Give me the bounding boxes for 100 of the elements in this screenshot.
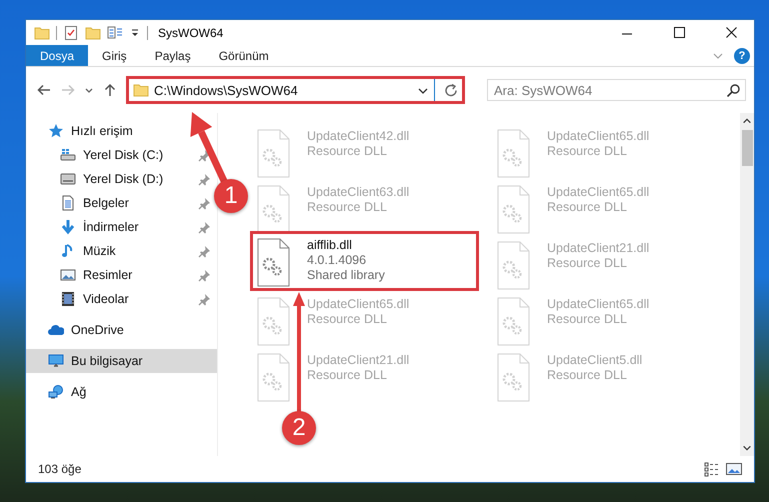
step-badge: 2 xyxy=(282,411,316,445)
picture-icon xyxy=(726,461,742,477)
close-icon xyxy=(726,27,736,38)
ribbon-tab[interactable]: Giriş xyxy=(88,45,141,66)
sidebar-label: OneDrive xyxy=(71,323,125,337)
sidebar-item[interactable]: Yerel Disk (C:) xyxy=(26,143,217,167)
pin-icon[interactable] xyxy=(198,244,211,258)
properties-icon[interactable] xyxy=(107,24,123,40)
sidebar-item[interactable]: Yerel Disk (D:) xyxy=(26,167,217,191)
sidebar-label: Resimler xyxy=(83,268,134,282)
file-description: Shared library xyxy=(307,268,385,282)
file-name: UpdateClient65.dll xyxy=(307,297,410,311)
back-button[interactable] xyxy=(36,82,52,98)
sidebar-label: Belgeler xyxy=(83,196,130,210)
file-name: UpdateClient65.dll xyxy=(547,297,650,311)
file-description: Resource DLL xyxy=(307,312,388,326)
pin-icon[interactable] xyxy=(198,196,211,210)
file-name: UpdateClient5.dll xyxy=(547,353,642,367)
sidebar-item[interactable]: Hızlı erişim xyxy=(26,119,217,143)
cloud-icon xyxy=(48,322,64,338)
sidebar-label: Videolar xyxy=(83,292,130,306)
star-icon xyxy=(48,123,64,139)
refresh-icon xyxy=(444,83,458,97)
checklist-icon[interactable] xyxy=(63,24,79,40)
sidebar-label: Yerel Disk (D:) xyxy=(83,172,164,186)
step-badge: 1 xyxy=(214,179,248,213)
sidebar-label: İndirmeler xyxy=(83,220,140,234)
pin-icon[interactable] xyxy=(198,292,211,306)
file-description: Resource DLL xyxy=(307,200,388,214)
scroll-thumb[interactable] xyxy=(742,130,752,166)
gear-file-icon xyxy=(495,185,531,235)
gear-file-icon xyxy=(255,238,291,288)
sidebar-label: Hızlı erişim xyxy=(71,124,134,138)
picture-icon xyxy=(60,267,76,283)
list-view-icon xyxy=(704,461,720,477)
download-icon xyxy=(60,219,76,235)
scrollbar[interactable] xyxy=(740,113,754,456)
network-icon xyxy=(48,384,64,400)
file-name: UpdateClient65.dll xyxy=(547,129,650,143)
file-name: aifflib.dll xyxy=(307,238,353,252)
dropdown-icon[interactable] xyxy=(129,26,141,38)
sidebar-item[interactable]: Resimler xyxy=(26,263,217,287)
sidebar-label: Müzik xyxy=(83,244,117,258)
maximize-icon xyxy=(674,27,684,38)
address-bar[interactable]: C:\Windows\SysWOW64 xyxy=(126,76,465,104)
back-arrow-icon xyxy=(36,82,52,98)
up-button[interactable] xyxy=(102,82,118,98)
file-name: UpdateClient21.dll xyxy=(547,241,650,255)
file-description: Resource DLL xyxy=(547,256,628,270)
sidebar-item[interactable]: Müzik xyxy=(26,239,217,263)
search-icon[interactable] xyxy=(726,83,740,97)
sidebar-item[interactable]: OneDrive xyxy=(26,318,217,342)
gear-file-icon xyxy=(255,297,291,347)
file-name: UpdateClient42.dll xyxy=(307,129,410,143)
file-description: Resource DLL xyxy=(547,368,628,382)
pin-icon[interactable] xyxy=(198,268,211,282)
gear-file-icon xyxy=(495,353,531,403)
sidebar-item[interactable]: Ağ xyxy=(26,380,217,404)
address-path: C:\Windows\SysWOW64 xyxy=(154,82,299,98)
details-view-button[interactable] xyxy=(704,461,720,477)
forward-arrow-icon xyxy=(60,82,76,98)
search-field[interactable]: Ara: SysWOW64 xyxy=(487,79,746,101)
pin-icon[interactable] xyxy=(198,172,211,186)
large-icons-view-button[interactable] xyxy=(726,461,742,477)
file-description: Resource DLL xyxy=(307,368,388,382)
chevron-up-icon[interactable] xyxy=(741,116,753,126)
item-count: 103 öğe xyxy=(38,462,82,476)
file-name: UpdateClient21.dll xyxy=(307,353,410,367)
file-description: Resource DLL xyxy=(547,312,628,326)
pin-icon[interactable] xyxy=(198,148,211,162)
drive-icon xyxy=(60,171,76,187)
sidebar-label: Ağ xyxy=(71,385,88,399)
ribbon-tab[interactable]: Paylaş xyxy=(140,45,205,66)
sidebar-item[interactable]: Bu bilgisayar xyxy=(26,349,217,373)
sidebar-item[interactable]: Videolar xyxy=(26,287,217,311)
ribbon-tab[interactable]: Görünüm xyxy=(204,45,283,66)
file-name: UpdateClient63.dll xyxy=(307,185,410,199)
document-icon xyxy=(60,195,76,211)
drive-system-icon xyxy=(60,147,76,163)
gear-file-icon xyxy=(255,129,291,179)
help-button[interactable]: ? xyxy=(734,48,750,64)
sidebar-label: Bu bilgisayar xyxy=(71,354,144,368)
file-description: Resource DLL xyxy=(307,144,388,158)
chevron-down-icon[interactable] xyxy=(741,443,753,453)
file-description: Resource DLL xyxy=(547,144,628,158)
file-description: Resource DLL xyxy=(547,200,628,214)
gear-file-icon xyxy=(255,353,291,403)
up-arrow-icon xyxy=(102,82,118,98)
gear-file-icon xyxy=(495,297,531,347)
sidebar-item[interactable]: Belgeler xyxy=(26,191,217,215)
video-icon xyxy=(60,291,76,307)
gear-file-icon xyxy=(495,241,531,291)
pin-icon[interactable] xyxy=(198,220,211,234)
ribbon-tab[interactable]: Dosya xyxy=(26,45,88,66)
computer-icon xyxy=(48,353,64,369)
file-item[interactable]: aifflib.dll 4.0.1.4096 Shared library xyxy=(250,231,479,291)
file-version: 4.0.1.4096 xyxy=(307,253,368,267)
sidebar-item[interactable]: İndirmeler xyxy=(26,215,217,239)
file-name: UpdateClient65.dll xyxy=(547,185,650,199)
folder-icon xyxy=(133,82,149,98)
